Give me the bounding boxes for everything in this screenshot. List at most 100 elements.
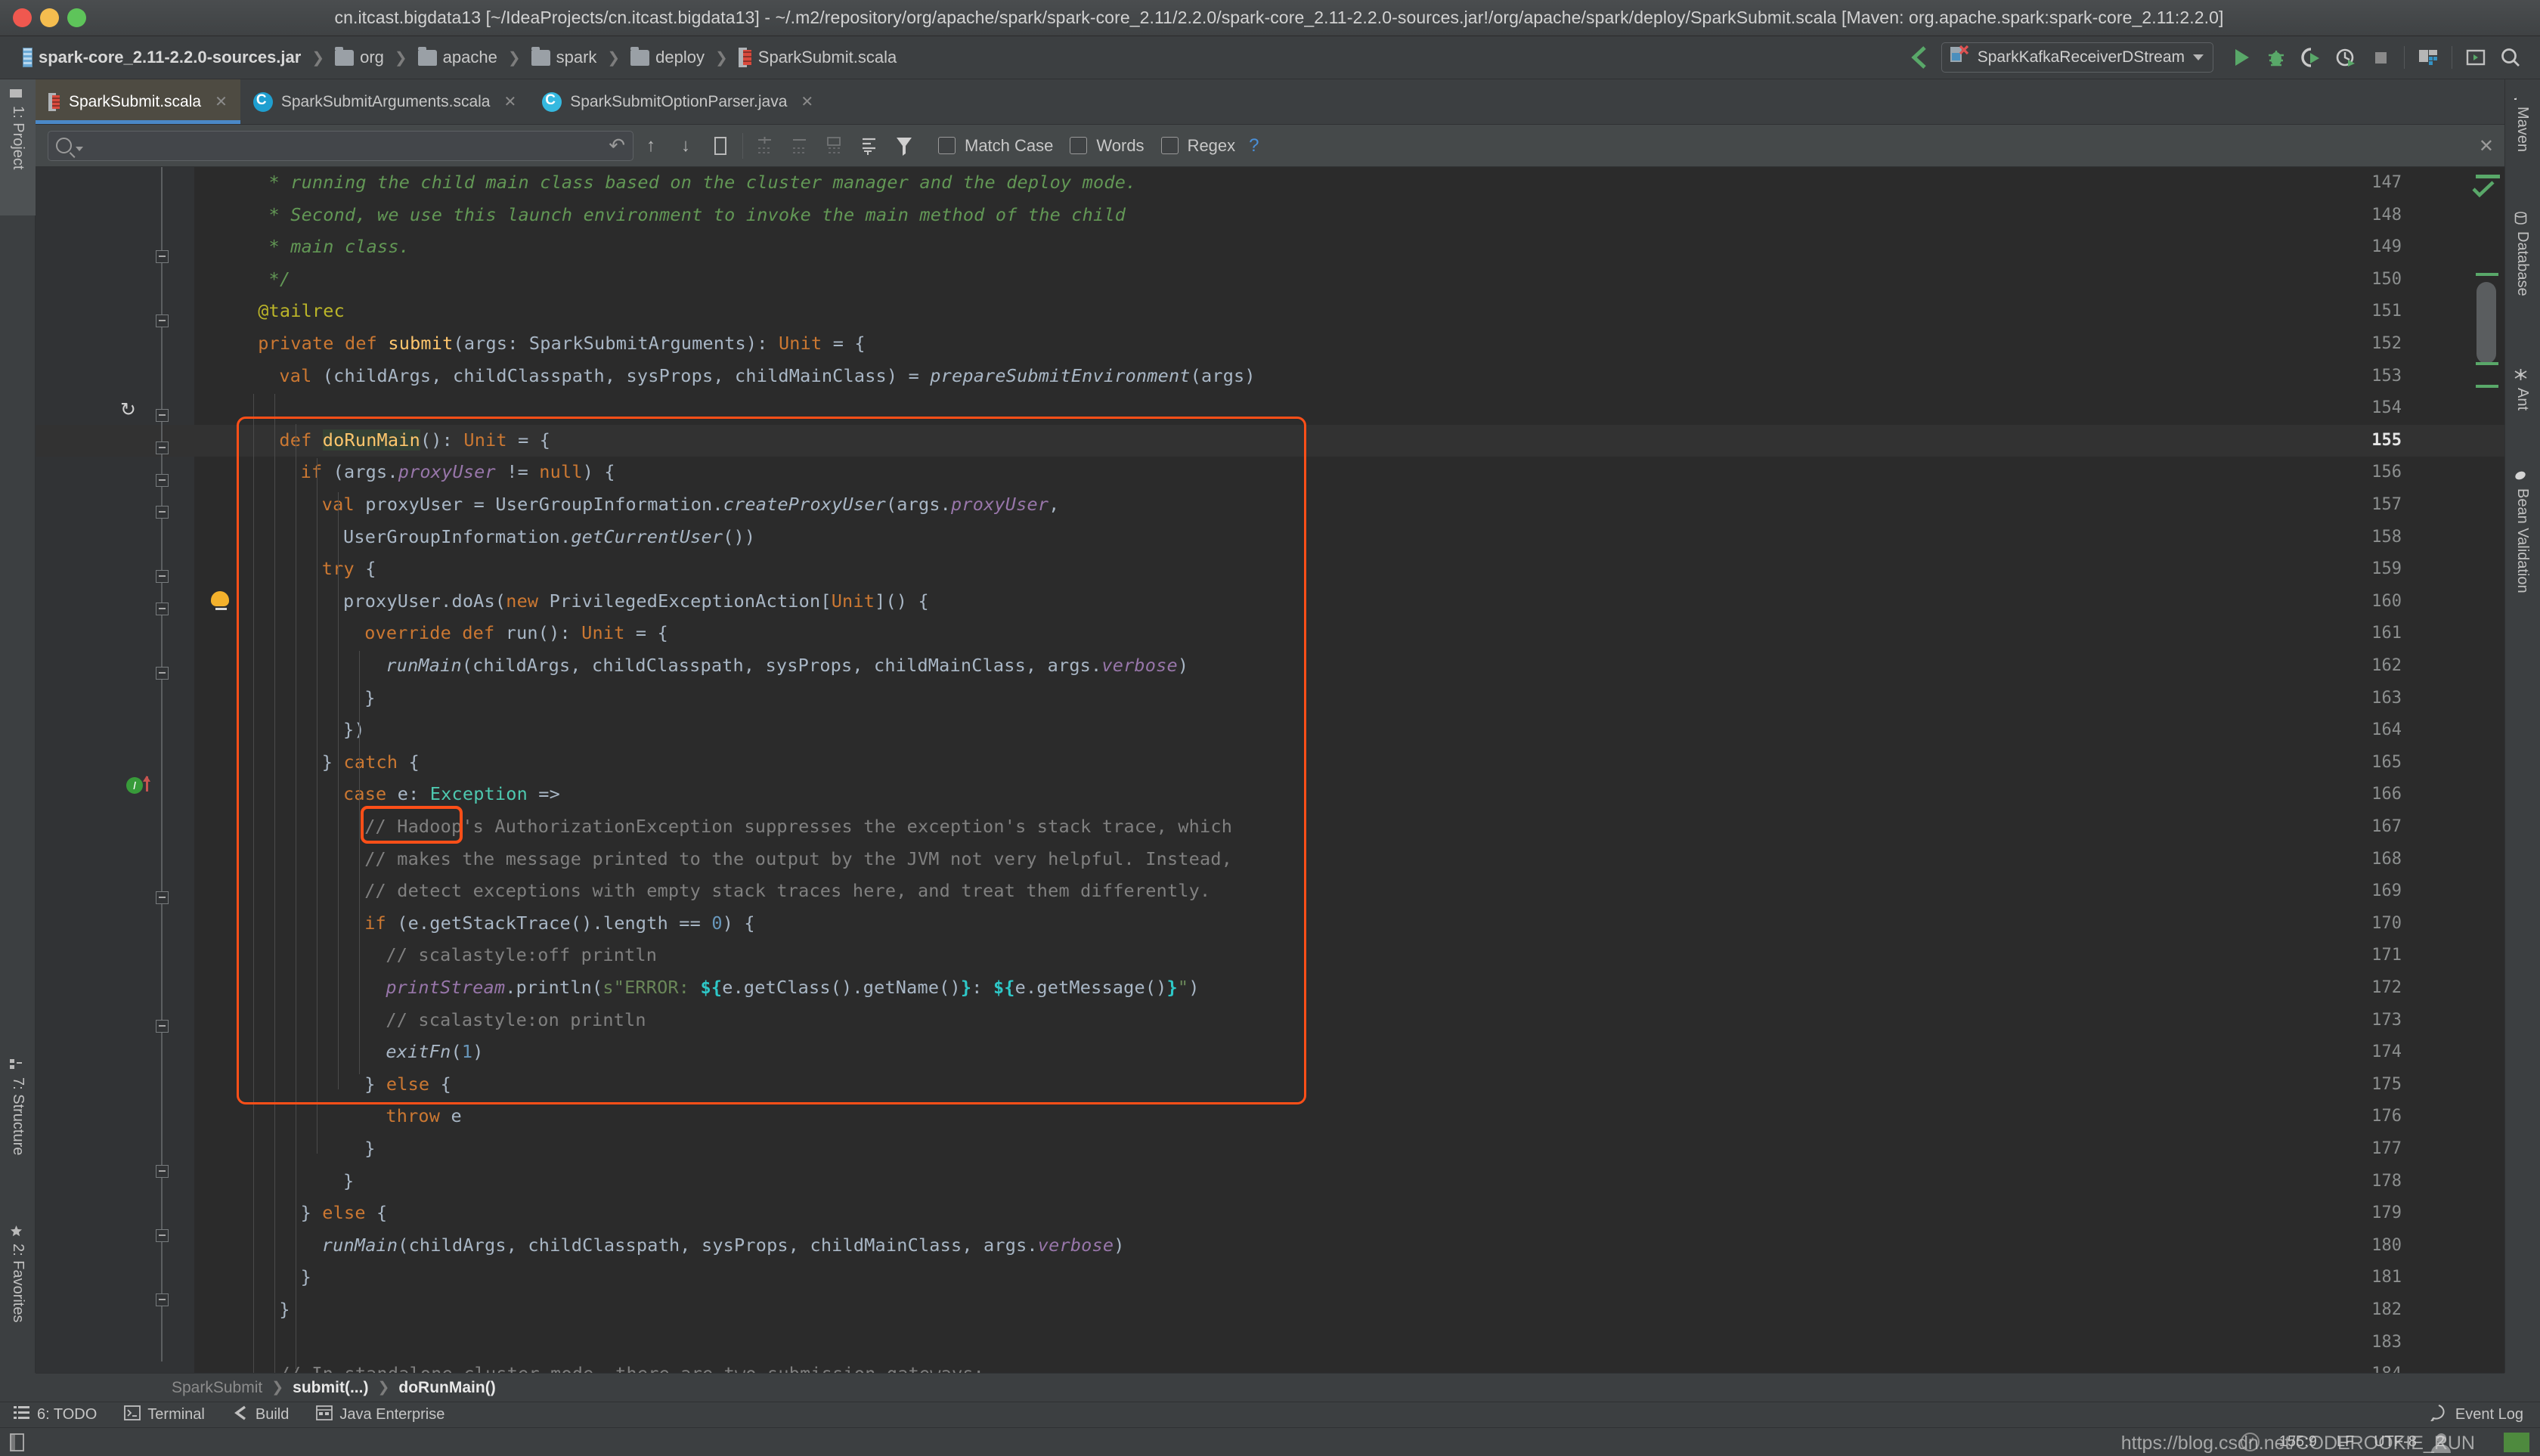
- breadcrumb-class[interactable]: SparkSubmit: [172, 1379, 262, 1397]
- bottom-tool-todo[interactable]: 6: TODO: [0, 1405, 110, 1425]
- scrollbar-marker[interactable]: [2476, 385, 2498, 388]
- sidebar-item-favorites[interactable]: 2: Favorites: [0, 1217, 36, 1380]
- close-tab-icon[interactable]: ✕: [503, 92, 516, 111]
- bottom-tool-java-enterprise[interactable]: Java Enterprise: [302, 1405, 458, 1425]
- search-input[interactable]: ↶: [48, 130, 633, 161]
- preserve-case-button[interactable]: [852, 129, 887, 163]
- match-case-option[interactable]: Match Case: [938, 136, 1053, 156]
- run-with-coverage-icon[interactable]: [2294, 41, 2328, 74]
- close-find-bar-icon[interactable]: ✕: [2479, 135, 2494, 157]
- filter-icon[interactable]: [887, 129, 922, 163]
- code-line[interactable]: if (args.proxyUser != null) {: [301, 461, 615, 482]
- window-controls[interactable]: [0, 8, 86, 27]
- maximize-window-button[interactable]: [67, 8, 86, 27]
- vcs-branch-indicator[interactable]: [2504, 1432, 2529, 1452]
- regex-help-link[interactable]: ?: [1249, 135, 1259, 156]
- code-line[interactable]: * Second, we use this launch environment…: [258, 204, 1126, 225]
- code-fold-toggle[interactable]: [156, 1020, 169, 1033]
- breadcrumb-item-file[interactable]: SparkSubmit.scala: [733, 46, 903, 69]
- code-fold-toggle[interactable]: [156, 506, 169, 519]
- code-fold-toggle[interactable]: [156, 1229, 169, 1242]
- code-line[interactable]: printStream.println(s"ERROR: ${e.getClas…: [386, 977, 1199, 998]
- code-fold-toggle[interactable]: [156, 409, 169, 422]
- scrollbar-thumb[interactable]: [2476, 282, 2496, 364]
- edit-selection-button[interactable]: [817, 129, 852, 163]
- words-checkbox[interactable]: [1070, 137, 1088, 154]
- code-fold-toggle[interactable]: [156, 474, 169, 487]
- bottom-tool-build[interactable]: Build: [218, 1405, 302, 1425]
- multiline-toggle-icon[interactable]: ↶: [609, 134, 625, 157]
- find-previous-button[interactable]: ↑: [633, 129, 668, 163]
- back-icon[interactable]: [1902, 41, 1937, 74]
- breadcrumb-item-jar[interactable]: spark-core_2.11-2.2.0-sources.jar: [17, 46, 307, 69]
- inspection-status-ok-icon[interactable]: [2468, 175, 2498, 203]
- sidebar-item-bean-validation[interactable]: Bean Validation: [2504, 461, 2540, 680]
- search-history-chevron-icon[interactable]: [76, 146, 83, 151]
- profile-icon[interactable]: [2328, 41, 2363, 74]
- sidebar-item-maven[interactable]: m Maven: [2504, 79, 2540, 200]
- code-line[interactable]: } catch {: [322, 751, 420, 773]
- code-fold-toggle[interactable]: [156, 1165, 169, 1178]
- code-line[interactable]: @tailrec: [258, 300, 345, 321]
- stop-icon[interactable]: [2363, 41, 2398, 74]
- scrollbar-marker[interactable]: [2476, 273, 2498, 276]
- code-fold-toggle[interactable]: [156, 667, 169, 680]
- implementing-method-icon[interactable]: I: [126, 777, 143, 794]
- code-line[interactable]: proxyUser.doAs(new PrivilegedExceptionAc…: [343, 590, 929, 612]
- code-line[interactable]: override def run(): Unit = {: [364, 622, 668, 643]
- code-fold-toggle[interactable]: [156, 250, 169, 263]
- tab-sparksubmitarguments-scala[interactable]: C SparkSubmitArguments.scala ✕: [240, 79, 529, 124]
- select-all-occurrences-button[interactable]: [703, 129, 738, 163]
- overriding-arrow-icon[interactable]: [143, 776, 150, 792]
- code-line[interactable]: def doRunMain(): Unit = {: [279, 429, 550, 451]
- breadcrumb-item-spark[interactable]: spark: [525, 46, 603, 69]
- code-line[interactable]: // makes the message printed to the outp…: [364, 848, 1232, 869]
- code-fold-toggle[interactable]: [156, 1293, 169, 1306]
- code-line[interactable]: }: [301, 1266, 311, 1287]
- breadcrumb-method-dorunmain[interactable]: doRunMain(): [398, 1379, 495, 1397]
- code-line[interactable]: * running the child main class based on …: [258, 172, 1137, 193]
- code-line[interactable]: try {: [322, 558, 376, 579]
- code-line[interactable]: val proxyUser = UserGroupInformation.cre…: [322, 494, 1060, 515]
- sidebar-item-project[interactable]: 1: Project: [0, 79, 36, 215]
- recursive-call-icon[interactable]: ↻: [120, 398, 136, 421]
- code-line[interactable]: throw e: [386, 1105, 461, 1126]
- event-log-button[interactable]: Event Log: [2430, 1404, 2540, 1426]
- debug-icon[interactable]: [2259, 41, 2294, 74]
- find-next-button[interactable]: ↓: [668, 129, 703, 163]
- code-line[interactable]: * main class.: [258, 236, 410, 257]
- add-line-button[interactable]: [748, 129, 782, 163]
- code-line[interactable]: UserGroupInformation.getCurrentUser()): [343, 526, 755, 547]
- code-line[interactable]: }: [364, 687, 375, 708]
- code-fold-toggle[interactable]: [156, 441, 169, 454]
- breadcrumb-method-submit[interactable]: submit(...): [293, 1379, 368, 1397]
- breadcrumb-item-org[interactable]: org: [329, 46, 390, 69]
- code-line[interactable]: // detect exceptions with empty stack tr…: [364, 880, 1210, 901]
- code-line[interactable]: val (childArgs, childClasspath, sysProps…: [279, 365, 1255, 386]
- close-tab-icon[interactable]: ✕: [801, 92, 813, 111]
- breadcrumb-item-deploy[interactable]: deploy: [624, 46, 711, 69]
- project-structure-icon[interactable]: [2411, 41, 2446, 74]
- regex-option[interactable]: Regex: [1160, 136, 1235, 156]
- code-line[interactable]: runMain(childArgs, childClasspath, sysPr…: [322, 1235, 1125, 1256]
- breadcrumb-item-apache[interactable]: apache: [412, 46, 503, 69]
- sidebar-item-ant[interactable]: Ant: [2504, 361, 2540, 455]
- terminal-icon[interactable]: [2458, 41, 2493, 74]
- code-line[interactable]: */: [258, 268, 291, 290]
- code-line[interactable]: if (e.getStackTrace().length == 0) {: [364, 912, 755, 934]
- code-line[interactable]: }): [343, 719, 365, 740]
- minimize-window-button[interactable]: [40, 8, 59, 27]
- code-fold-toggle[interactable]: [156, 570, 169, 583]
- code-line[interactable]: case e: Exception =>: [343, 783, 560, 804]
- code-line[interactable]: private def submit(args: SparkSubmitArgu…: [258, 333, 866, 354]
- code-editor[interactable]: 147 * running the child main class based…: [36, 167, 2504, 1373]
- scrollbar-marker[interactable]: [2476, 362, 2498, 365]
- code-line[interactable]: }: [364, 1138, 375, 1159]
- close-tab-icon[interactable]: ✕: [215, 92, 228, 111]
- regex-checkbox[interactable]: [1160, 137, 1179, 154]
- run-icon[interactable]: [2224, 41, 2259, 74]
- code-fold-toggle[interactable]: [156, 891, 169, 904]
- code-line[interactable]: } else {: [301, 1202, 388, 1223]
- code-line[interactable]: // scalastyle:off println: [386, 944, 657, 965]
- code-line[interactable]: // scalastyle:on println: [386, 1009, 646, 1030]
